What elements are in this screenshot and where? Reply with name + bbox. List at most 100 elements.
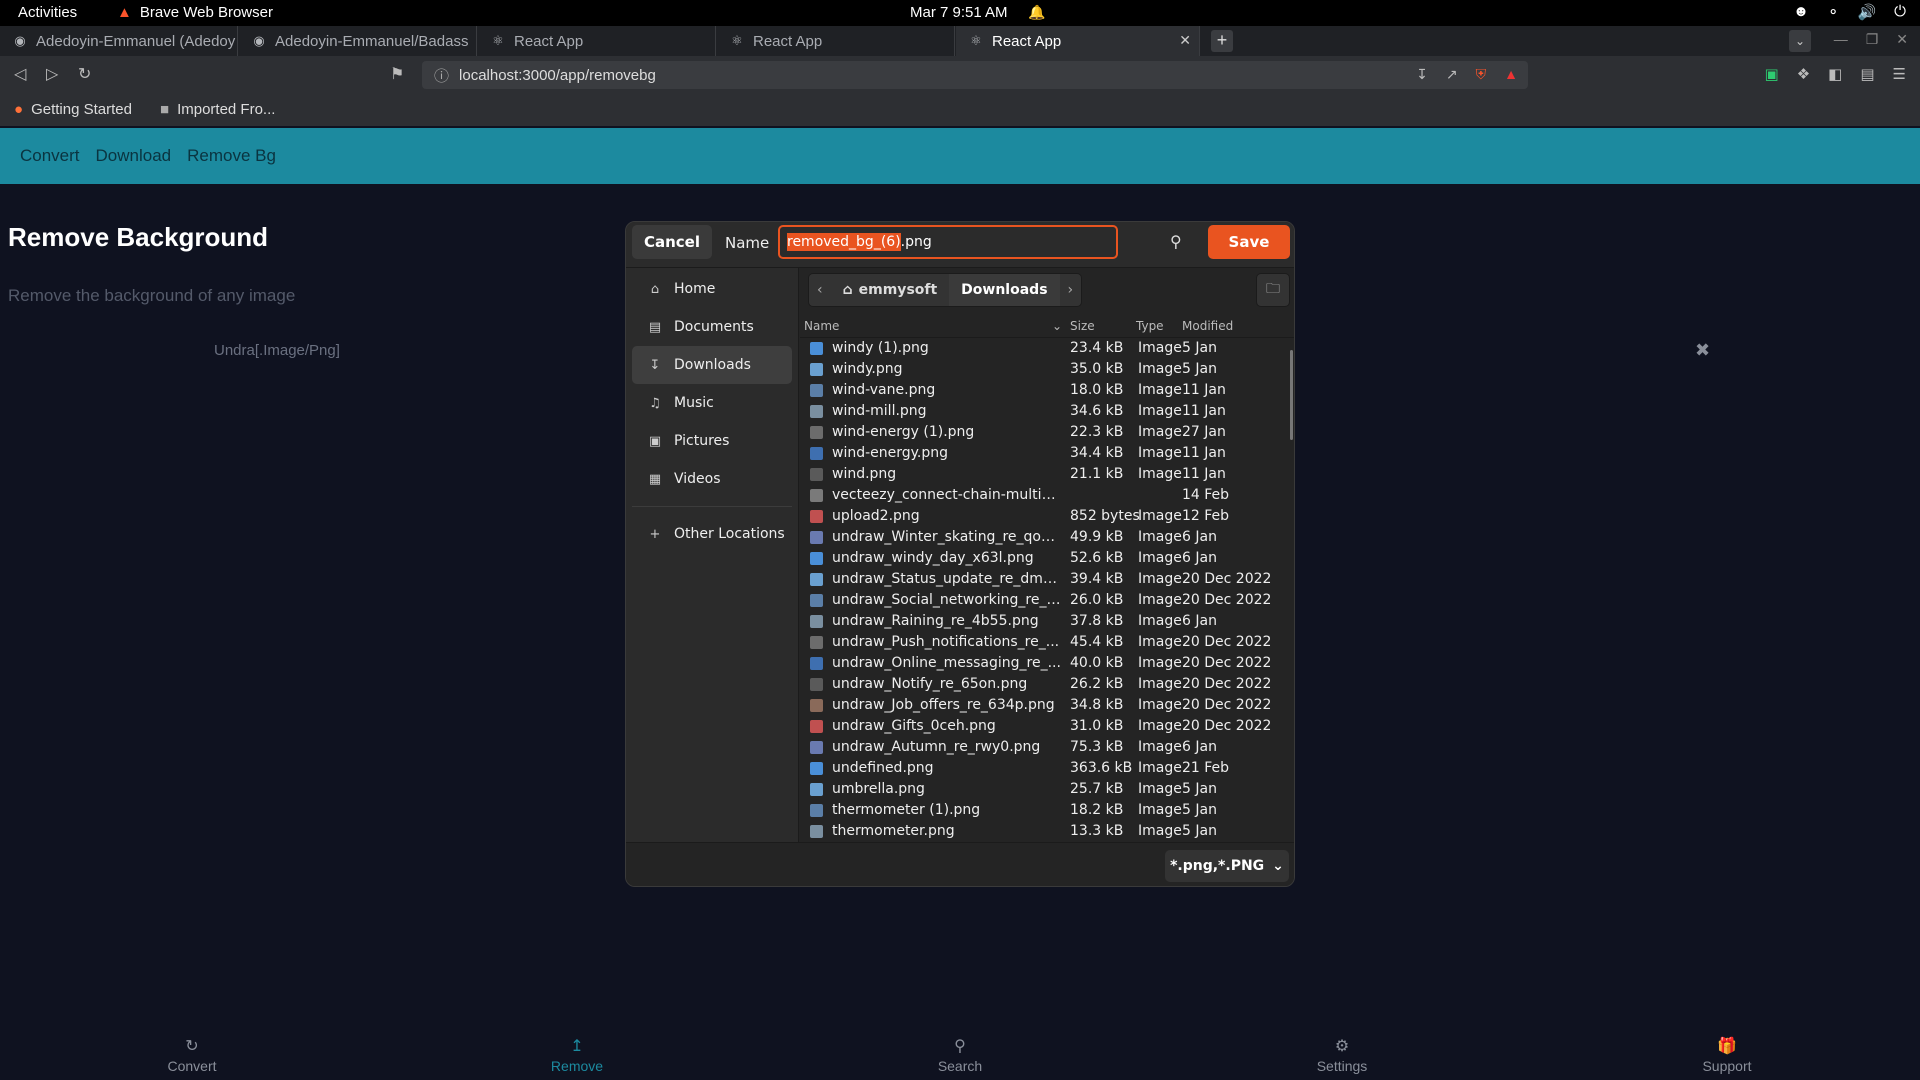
- file-modified: 20 Dec 2022: [1182, 676, 1272, 692]
- sidebar-icon[interactable]: ◧: [1828, 65, 1842, 83]
- place-home[interactable]: ⌂ Home: [632, 270, 792, 308]
- bottom-nav-label: Remove: [550, 1058, 604, 1074]
- share-icon[interactable]: ↗: [1446, 66, 1458, 83]
- path-forward-icon[interactable]: ›: [1059, 274, 1082, 306]
- file-type: Image: [1138, 529, 1182, 545]
- scrollbar[interactable]: [1290, 350, 1293, 440]
- file-row[interactable]: vecteezy_connect-chain-multim... 14 Feb: [800, 485, 1294, 506]
- place-downloads[interactable]: ↧ Downloads: [632, 346, 792, 384]
- reload-icon[interactable]: ↻: [78, 64, 91, 84]
- close-window-icon[interactable]: ✕: [1896, 31, 1908, 48]
- remove-file-icon[interactable]: ✖: [1695, 340, 1710, 361]
- path-segment-current[interactable]: Downloads: [949, 274, 1060, 306]
- new-folder-button[interactable]: 🗀: [1256, 273, 1290, 307]
- browser-tab[interactable]: ⚛ React App: [478, 26, 716, 56]
- file-row[interactable]: undraw_Notify_re_65on.png 26.2 kB Image 20 …: [800, 674, 1294, 695]
- volume-icon[interactable]: 🔊: [1857, 3, 1876, 21]
- place-pictures[interactable]: ▣ Pictures: [632, 422, 792, 460]
- bottom-nav-convert[interactable]: ↻ Convert: [132, 1036, 252, 1074]
- close-tab-icon[interactable]: ✕: [1179, 32, 1191, 49]
- download-icon: ↧: [649, 357, 661, 373]
- file-row[interactable]: undraw_windy_day_x63l.png 52.6 kB Image 6 J…: [800, 548, 1294, 569]
- menu-icon[interactable]: ☰: [1893, 65, 1906, 83]
- bottom-nav-support[interactable]: 🎁 Support: [1667, 1036, 1787, 1074]
- brave-shields-icon[interactable]: ⛨: [1476, 66, 1487, 83]
- column-type[interactable]: Type: [1136, 319, 1164, 333]
- column-name[interactable]: Name: [804, 319, 839, 333]
- place-videos[interactable]: ▦ Videos: [632, 460, 792, 498]
- place-other-locations[interactable]: + Other Locations: [632, 515, 792, 553]
- file-row[interactable]: undefined.png 363.6 kB Image 21 Feb: [800, 758, 1294, 779]
- bookmark-icon[interactable]: ⚑: [390, 64, 404, 84]
- back-icon[interactable]: ◁: [14, 64, 26, 84]
- cancel-button[interactable]: Cancel: [632, 225, 712, 259]
- extension-icon[interactable]: ▣: [1765, 65, 1779, 83]
- column-size[interactable]: Size: [1070, 319, 1095, 333]
- file-row[interactable]: wind-energy.png 34.4 kB Image 11 Jan: [800, 443, 1294, 464]
- file-row[interactable]: wind-energy (1).png 22.3 kB Image 27 Jan: [800, 422, 1294, 443]
- file-row[interactable]: undraw_Social_networking_re_i... 26.0 kB I…: [800, 590, 1294, 611]
- forward-icon[interactable]: ▷: [46, 64, 58, 84]
- path-back-icon[interactable]: ‹: [809, 274, 831, 306]
- app-menu[interactable]: ▲ Brave Web Browser: [117, 4, 273, 21]
- file-row[interactable]: wind-mill.png 34.6 kB Image 11 Jan: [800, 401, 1294, 422]
- file-row[interactable]: thermometer (1).png 18.2 kB Image 5 Jan: [800, 800, 1294, 821]
- accessibility-icon[interactable]: ☻: [1793, 3, 1809, 21]
- sort-chevron-icon[interactable]: ⌄: [1052, 319, 1062, 333]
- activities-button[interactable]: Activities: [18, 4, 77, 21]
- column-modified[interactable]: Modified: [1182, 319, 1233, 333]
- restore-icon[interactable]: ❐: [1866, 31, 1879, 48]
- site-info-icon[interactable]: ⓘ: [434, 65, 449, 86]
- browser-tab[interactable]: ◉ Adedoyin-Emmanuel/Badass: [239, 26, 477, 56]
- file-row[interactable]: windy (1).png 23.4 kB Image 5 Jan: [800, 338, 1294, 359]
- save-button[interactable]: Save: [1208, 225, 1290, 259]
- filename-input[interactable]: removed_bg_(6) .png: [778, 225, 1118, 259]
- music-icon: ♫: [649, 395, 661, 411]
- tab-title: React App: [514, 32, 584, 50]
- file-row[interactable]: undraw_Raining_re_4b55.png 37.8 kB Image 6 …: [800, 611, 1294, 632]
- bookmark-folder[interactable]: ■ Imported Fro...: [160, 101, 275, 118]
- path-segment-home[interactable]: ⌂ emmysoft: [830, 274, 950, 306]
- bottom-nav-remove[interactable]: ↥ Remove: [517, 1036, 637, 1074]
- file-row[interactable]: undraw_Status_update_re_dm9... 39.4 kB Ima…: [800, 569, 1294, 590]
- file-type: Image: [1138, 739, 1182, 755]
- bottom-nav-settings[interactable]: ⚙ Settings: [1282, 1036, 1402, 1074]
- nav-download[interactable]: Download: [96, 146, 172, 166]
- file-row[interactable]: undraw_Winter_skating_re_qou... 49.9 kB Im…: [800, 527, 1294, 548]
- file-row[interactable]: undraw_Autumn_re_rwy0.png 75.3 kB Image 6 J…: [800, 737, 1294, 758]
- file-row[interactable]: undraw_Push_notifications_re_... 45.4 kB I…: [800, 632, 1294, 653]
- tab-search-icon[interactable]: ⌄: [1789, 30, 1811, 52]
- file-row[interactable]: umbrella.png 25.7 kB Image 5 Jan: [800, 779, 1294, 800]
- address-bar[interactable]: ⓘ localhost:3000/app/removebg ↧ ↗ ⛨ ▲: [422, 61, 1528, 89]
- brave-rewards-icon[interactable]: ▲: [1504, 66, 1518, 83]
- system-tray[interactable]: ☻ ⚬ 🔊 ⏻: [1793, 3, 1906, 21]
- bottom-nav-search[interactable]: ⚲ Search: [900, 1036, 1020, 1074]
- file-row[interactable]: wind.png 21.1 kB Image 11 Jan: [800, 464, 1294, 485]
- power-icon[interactable]: ⏻: [1894, 3, 1906, 21]
- wallet-icon[interactable]: ▤: [1860, 65, 1874, 83]
- file-size: 26.0 kB: [1070, 592, 1124, 608]
- minimize-icon[interactable]: —: [1834, 31, 1848, 48]
- place-documents[interactable]: ▤ Documents: [632, 308, 792, 346]
- file-row[interactable]: upload2.png 852 bytes Image 12 Feb: [800, 506, 1294, 527]
- download-icon[interactable]: ↧: [1416, 66, 1428, 83]
- place-music[interactable]: ♫ Music: [632, 384, 792, 422]
- nav-remove-bg[interactable]: Remove Bg: [187, 146, 276, 166]
- nav-convert[interactable]: Convert: [20, 146, 80, 166]
- file-row[interactable]: undraw_Job_offers_re_634p.png 34.8 kB Imag…: [800, 695, 1294, 716]
- file-row[interactable]: undraw_Online_messaging_re_... 40.0 kB Ima…: [800, 653, 1294, 674]
- search-icon[interactable]: ⚲: [1170, 232, 1182, 251]
- file-row[interactable]: wind-vane.png 18.0 kB Image 11 Jan: [800, 380, 1294, 401]
- file-row[interactable]: windy.png 35.0 kB Image 5 Jan: [800, 359, 1294, 380]
- browser-tab[interactable]: ⚛ React App: [717, 26, 955, 56]
- clock[interactable]: Mar 7 9:51 AM: [910, 4, 1008, 21]
- bookmark-item[interactable]: ● Getting Started: [14, 101, 132, 118]
- browser-tab[interactable]: ◉ Adedoyin-Emmanuel (Adedoy: [0, 26, 238, 56]
- browser-tab-active[interactable]: ⚛ React App ✕: [956, 26, 1200, 56]
- new-tab-button[interactable]: +: [1211, 30, 1233, 52]
- wifi-icon[interactable]: ⚬: [1827, 3, 1840, 21]
- file-filter-dropdown[interactable]: *.png,*.PNG ⌄: [1165, 850, 1289, 882]
- puzzle-icon[interactable]: ❖: [1797, 65, 1810, 83]
- file-row[interactable]: thermometer.png 13.3 kB Image 5 Jan: [800, 821, 1294, 842]
- file-row[interactable]: undraw_Gifts_0ceh.png 31.0 kB Image 20 Dec …: [800, 716, 1294, 737]
